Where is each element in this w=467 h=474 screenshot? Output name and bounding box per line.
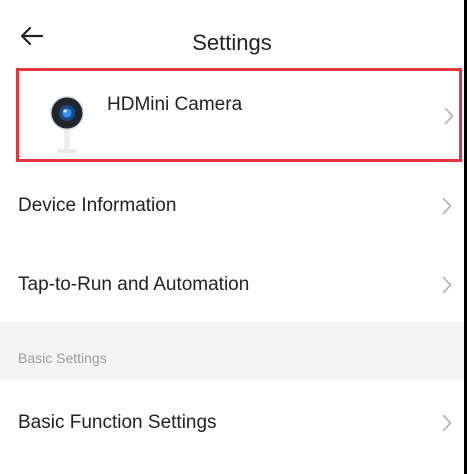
camera-icon: [50, 96, 84, 153]
basic-settings-section-header: Basic Settings: [0, 322, 464, 380]
chevron-right-icon: [442, 197, 452, 215]
chevron-right-icon: [444, 107, 454, 125]
device-row[interactable]: HDMini Camera: [16, 68, 462, 162]
header-bar: Settings: [0, 0, 464, 66]
device-information-label: Device Information: [18, 195, 177, 216]
tap-to-run-label: Tap-to-Run and Automation: [18, 274, 250, 295]
settings-screen: Settings HDMini Camera Device Informatio…: [0, 0, 464, 474]
section-label: Basic Settings: [18, 350, 107, 366]
basic-function-settings-label: Basic Function Settings: [18, 412, 217, 433]
page-title: Settings: [192, 30, 272, 55]
chevron-right-icon: [442, 276, 452, 294]
chevron-right-icon: [442, 414, 452, 432]
tap-to-run-row[interactable]: Tap-to-Run and Automation: [0, 244, 464, 322]
basic-function-settings-row[interactable]: Basic Function Settings: [0, 380, 464, 474]
device-name: HDMini Camera: [107, 94, 243, 115]
device-information-row[interactable]: Device Information: [0, 164, 464, 244]
